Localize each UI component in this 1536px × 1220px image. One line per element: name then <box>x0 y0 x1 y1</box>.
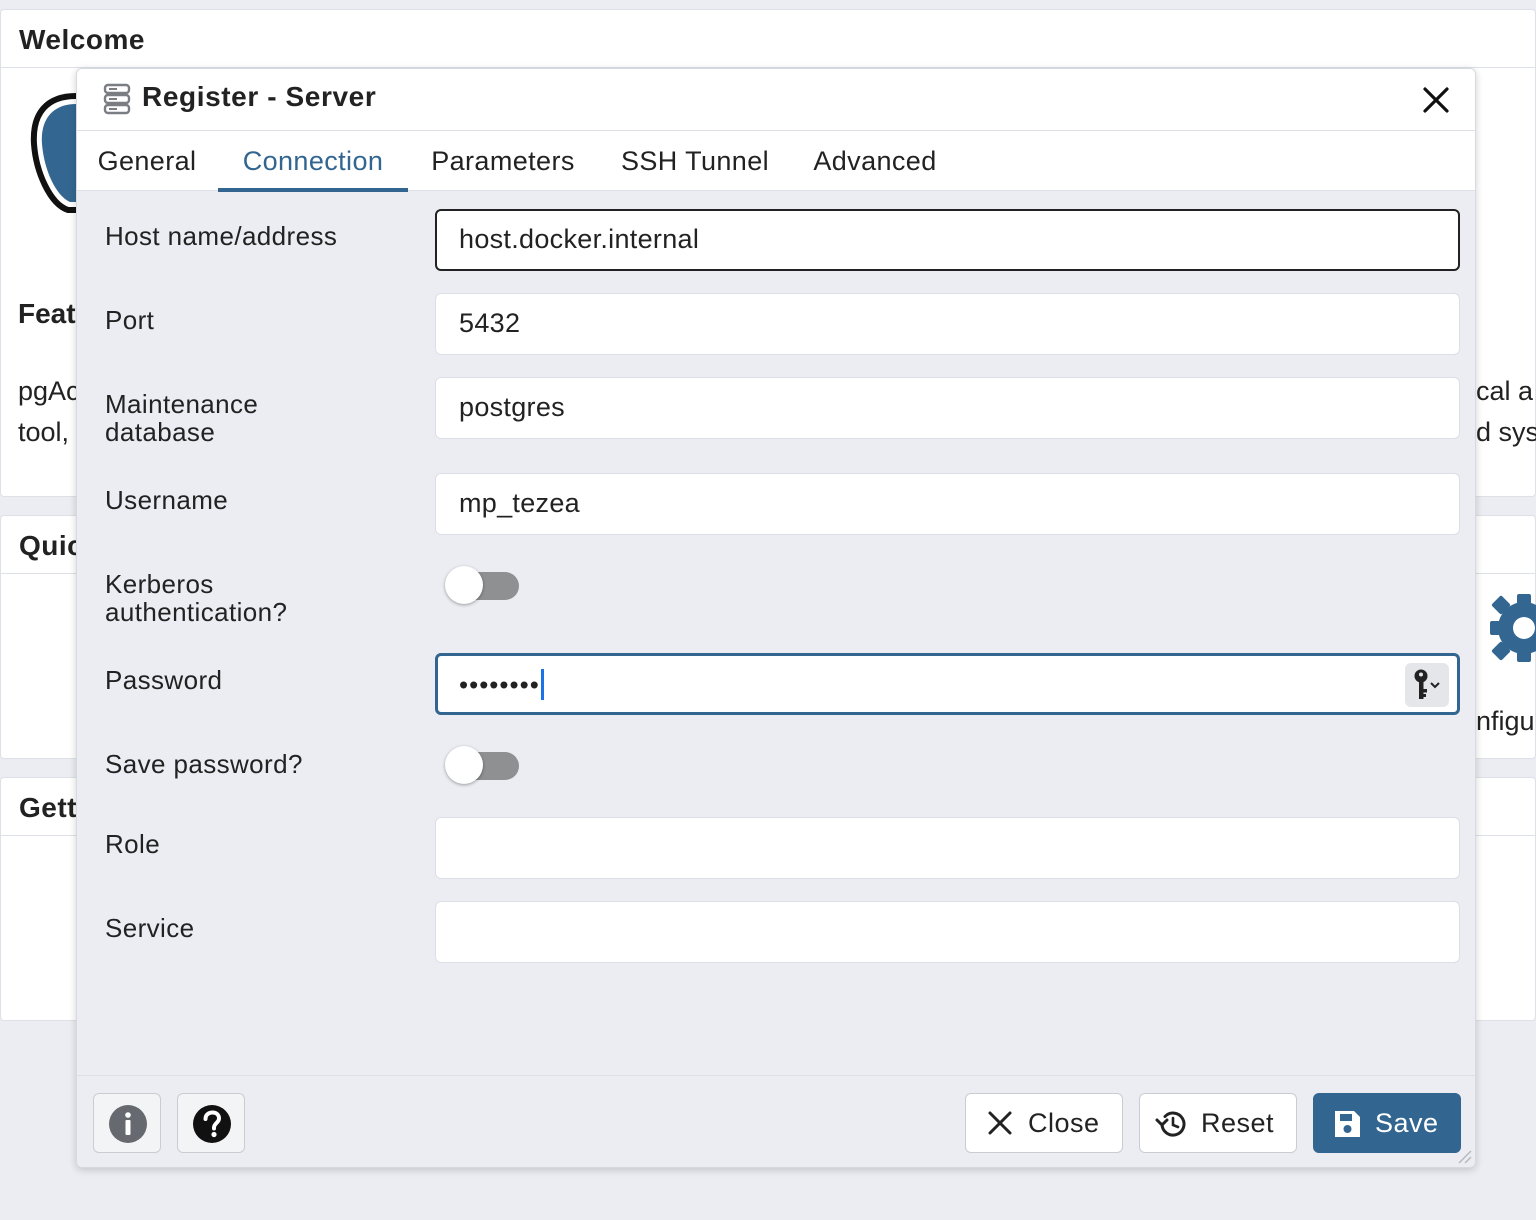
save-password-label: Save password? <box>105 749 303 779</box>
text-caret <box>540 669 544 701</box>
intro-text-left-1: pgAc <box>18 376 80 406</box>
close-icon[interactable] <box>1419 83 1453 117</box>
password-value: •••••••• <box>459 669 540 700</box>
save-button[interactable]: Save <box>1313 1093 1461 1153</box>
close-button-label: Close <box>1028 1108 1100 1138</box>
service-input[interactable] <box>435 901 1460 963</box>
save-password-toggle[interactable] <box>445 743 519 787</box>
reset-button[interactable]: Reset <box>1139 1093 1297 1153</box>
service-label: Service <box>105 913 195 943</box>
dialog-header: Register - Server <box>77 69 1475 131</box>
maintenance-db-label-line2: database <box>105 417 216 447</box>
maintenance-db-value: postgres <box>459 392 565 422</box>
save-icon <box>1335 1111 1360 1137</box>
resize-grip-icon[interactable] <box>1455 1147 1473 1165</box>
tab-advanced[interactable]: Advanced <box>792 131 958 191</box>
username-value: mp_tezea <box>459 488 580 518</box>
reset-button-label: Reset <box>1201 1108 1275 1138</box>
kerberos-label: Kerberos authentication? <box>105 570 287 626</box>
maintenance-db-label: Maintenance database <box>105 390 258 446</box>
dialog-title: Register - Server <box>142 81 377 112</box>
host-label: Host name/address <box>105 221 338 251</box>
dialog-tabs: General Connection Parameters SSH Tunnel… <box>77 131 1475 192</box>
kerberos-toggle-knob <box>445 566 483 604</box>
save-button-label: Save <box>1375 1108 1439 1138</box>
kerberos-toggle[interactable] <box>445 563 519 607</box>
info-icon <box>109 1105 147 1143</box>
help-button[interactable] <box>177 1093 245 1153</box>
tab-ssh-tunnel[interactable]: SSH Tunnel <box>598 131 792 191</box>
password-label: Password <box>105 665 223 695</box>
close-button[interactable]: Close <box>965 1093 1123 1153</box>
reset-icon <box>1155 1111 1186 1137</box>
host-input[interactable]: host.docker.internal <box>435 209 1460 271</box>
dialog-footer: Close Reset Save <box>77 1075 1475 1167</box>
port-input[interactable]: 5432 <box>435 293 1460 355</box>
tab-parameters[interactable]: Parameters <box>408 131 598 191</box>
tab-connection[interactable]: Connection <box>218 131 408 192</box>
maintenance-db-input[interactable]: postgres <box>435 377 1460 439</box>
help-icon <box>193 1105 231 1143</box>
password-manager-button[interactable] <box>1405 663 1449 707</box>
maintenance-db-label-line1: Maintenance <box>105 389 259 419</box>
role-label: Role <box>105 829 161 859</box>
password-input[interactable]: •••••••• <box>435 653 1460 715</box>
tab-general[interactable]: General <box>77 131 217 191</box>
port-value: 5432 <box>459 308 521 338</box>
intro-text-right-1: cal a <box>1476 376 1534 406</box>
role-input[interactable] <box>435 817 1460 879</box>
intro-text-left-2: tool, <box>18 417 70 447</box>
port-label: Port <box>105 305 155 335</box>
intro-text-right-2: d sys <box>1476 417 1536 447</box>
host-value: host.docker.internal <box>459 224 700 254</box>
gear-icon[interactable] <box>1488 590 1536 666</box>
register-server-dialog: Register - Server General Connection Par… <box>76 68 1476 1168</box>
info-button[interactable] <box>93 1093 161 1153</box>
kerberos-label-line2: authentication? <box>105 597 288 627</box>
key-icon <box>1414 669 1440 699</box>
welcome-title: Welcome <box>1 10 1535 68</box>
server-icon <box>103 83 131 115</box>
username-input[interactable]: mp_tezea <box>435 473 1460 535</box>
close-x-icon <box>988 1111 1012 1135</box>
save-password-toggle-knob <box>445 746 483 784</box>
configure-text: nfigu <box>1476 706 1535 736</box>
username-label: Username <box>105 485 229 515</box>
kerberos-label-line1: Kerberos <box>105 569 214 599</box>
features-title: Feat <box>18 298 76 329</box>
